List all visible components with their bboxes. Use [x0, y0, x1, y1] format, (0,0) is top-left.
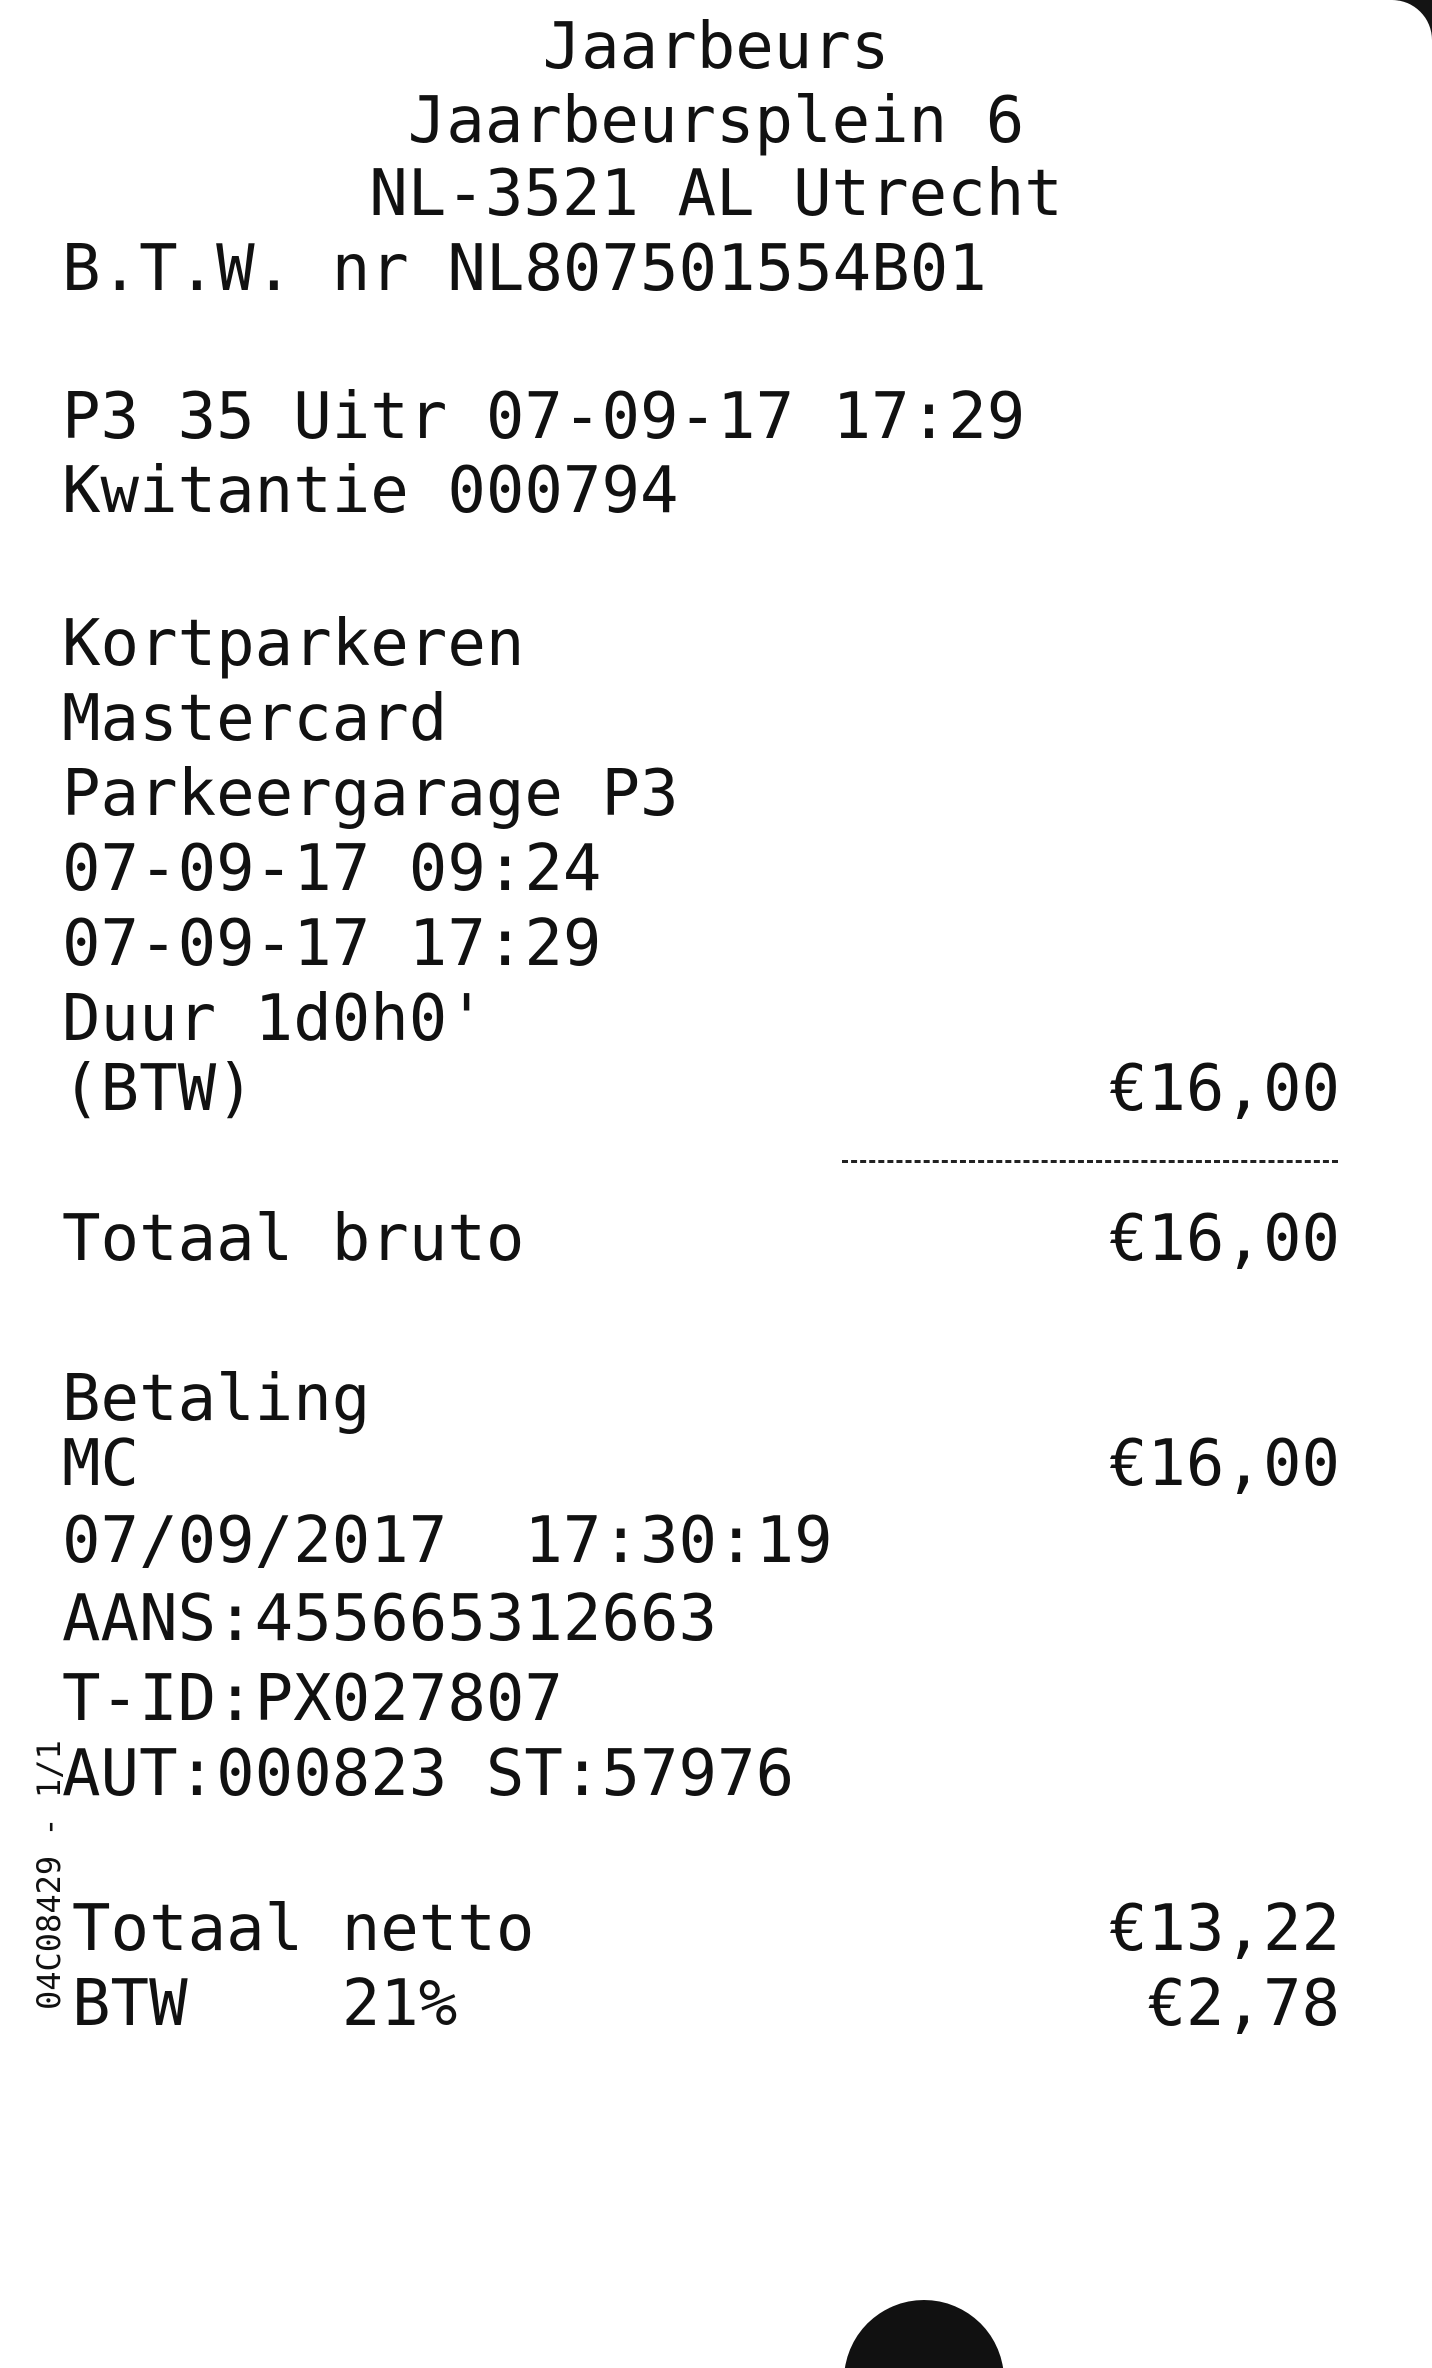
aans-line: AANS:455665312663	[0, 1580, 1432, 1658]
terminal-info: P3 35 Uitr 07-09-17 17:29	[62, 380, 1026, 454]
punch-hole	[844, 2300, 1004, 2368]
authorization-line: AUT:000823 ST:57976	[0, 1735, 1432, 1813]
btw-label: (BTW)	[62, 1052, 255, 1126]
vat-number-line: B.T.W. nr NL807501554B01	[0, 230, 1432, 308]
entry-time: 07-09-17 09:24	[62, 832, 602, 906]
receipt: Jaarbeurs Jaarbeursplein 6 NL-3521 AL Ut…	[0, 0, 1432, 2368]
duration: Duur 1d0h0'	[62, 982, 486, 1056]
payment-amount: €16,00	[1108, 1427, 1340, 1501]
garage-line: Parkeergarage P3	[0, 755, 1432, 833]
payment-method-line: MC €16,00	[0, 1425, 1432, 1503]
gross-total-label: Totaal bruto	[62, 1202, 525, 1276]
payment-datetime: 07/09/2017 17:30:19	[62, 1504, 833, 1578]
aans-number: AANS:455665312663	[62, 1582, 718, 1656]
dashed-divider	[842, 1160, 1338, 1163]
btw-amount: €16,00	[1108, 1052, 1340, 1126]
vat-rate-label: BTW 21%	[72, 1967, 458, 2041]
venue-city: NL-3521 AL Utrecht	[369, 157, 1063, 231]
receipt-number-line: Kwitantie 000794	[0, 452, 1432, 530]
net-total-line: Totaal netto €13,22	[0, 1890, 1432, 1968]
receipt-number: Kwitantie 000794	[62, 454, 679, 528]
side-serial-code: 04C08429 - 1/1	[30, 1740, 68, 2010]
card-type: Mastercard	[62, 682, 448, 756]
gross-total-line: Totaal bruto €16,00	[0, 1200, 1432, 1278]
vat-number: B.T.W. nr NL807501554B01	[62, 232, 987, 306]
entry-time-line: 07-09-17 09:24	[0, 830, 1432, 908]
venue-name: Jaarbeurs	[542, 10, 890, 84]
payment-method: MC	[62, 1427, 140, 1501]
duration-line: Duur 1d0h0'	[0, 980, 1432, 1058]
gross-total-amount: €16,00	[1108, 1202, 1340, 1276]
payment-datetime-line: 07/09/2017 17:30:19	[0, 1502, 1432, 1580]
venue-street: Jaarbeursplein 6	[407, 84, 1025, 158]
exit-time-line: 07-09-17 17:29	[0, 905, 1432, 983]
exit-time: 07-09-17 17:29	[62, 907, 602, 981]
garage-name: Parkeergarage P3	[62, 757, 679, 831]
vat-rate-line: BTW 21% €2,78	[0, 1965, 1432, 2043]
net-total-amount: €13,22	[1108, 1892, 1340, 1966]
net-total-label: Totaal netto	[72, 1892, 535, 1966]
authorization-code: AUT:000823 ST:57976	[62, 1737, 795, 1811]
terminal-line: P3 35 Uitr 07-09-17 17:29	[0, 378, 1432, 456]
terminal-id-line: T-ID:PX027807	[0, 1660, 1432, 1738]
parking-type-line: Kortparkeren	[0, 605, 1432, 683]
parking-type: Kortparkeren	[62, 607, 525, 681]
card-line: Mastercard	[0, 680, 1432, 758]
btw-line: (BTW) €16,00	[0, 1050, 1432, 1128]
terminal-id: T-ID:PX027807	[62, 1662, 563, 1736]
vat-rate-amount: €2,78	[1147, 1967, 1340, 2041]
